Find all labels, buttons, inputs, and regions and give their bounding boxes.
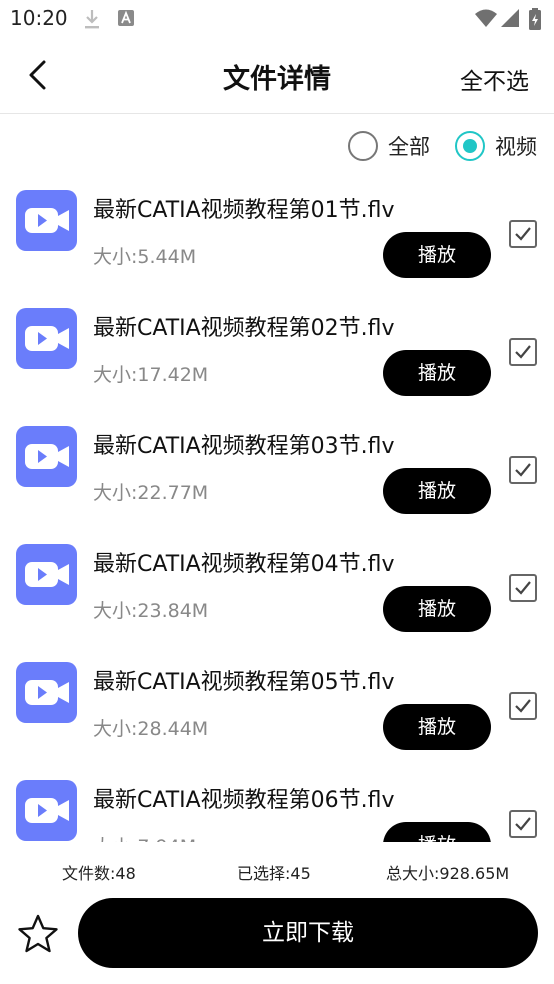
file-size: 大小:22.77M — [93, 482, 209, 504]
file-name: 最新CATIA视频教程第01节.flv — [93, 198, 395, 223]
select-checkbox[interactable] — [509, 574, 537, 602]
status-time: 10:20 — [10, 6, 68, 30]
battery-icon — [528, 8, 542, 34]
file-item[interactable]: 最新CATIA视频教程第04节.flv 大小:23.84M 播放 — [0, 532, 554, 650]
a-badge-icon — [116, 8, 136, 32]
video-file-icon — [16, 426, 77, 487]
play-button[interactable]: 播放 — [383, 704, 491, 750]
select-checkbox[interactable] — [509, 810, 537, 838]
file-size: 大小:23.84M — [93, 600, 209, 622]
select-checkbox[interactable] — [509, 338, 537, 366]
video-file-icon — [16, 308, 77, 369]
filter-label-all: 全部 — [388, 135, 430, 159]
filter-label-video: 视频 — [495, 135, 537, 159]
video-file-icon — [16, 662, 77, 723]
file-count: 文件数:48 — [62, 864, 136, 883]
file-name: 最新CATIA视频教程第04节.flv — [93, 552, 395, 577]
file-size: 大小:5.44M — [93, 246, 197, 268]
file-item[interactable]: 最新CATIA视频教程第02节.flv 大小:17.42M 播放 — [0, 296, 554, 414]
play-button[interactable]: 播放 — [383, 350, 491, 396]
download-icon — [82, 8, 102, 34]
file-name: 最新CATIA视频教程第06节.flv — [93, 788, 395, 813]
file-size: 大小:7.94M — [93, 832, 196, 842]
play-button[interactable]: 播放 — [383, 586, 491, 632]
play-button[interactable]: 播放 — [383, 468, 491, 514]
select-checkbox[interactable] — [509, 456, 537, 484]
total-size: 总大小:928.65M — [386, 864, 510, 883]
app-header: 文件详情 全不选 — [0, 38, 554, 114]
file-item[interactable]: 最新CATIA视频教程第05节.flv 大小:28.44M 播放 — [0, 650, 554, 768]
download-now-button[interactable]: 立即下载 — [78, 898, 538, 968]
filter-option-video[interactable]: 视频 — [455, 126, 537, 166]
wifi-icon — [474, 8, 498, 32]
file-size: 大小:17.42M — [93, 364, 209, 386]
file-name: 最新CATIA视频教程第02节.flv — [93, 316, 395, 341]
selected-count: 已选择:45 — [237, 864, 311, 883]
signal-icon — [500, 8, 520, 32]
select-checkbox[interactable] — [509, 220, 537, 248]
file-item[interactable]: 最新CATIA视频教程第03节.flv 大小:22.77M 播放 — [0, 414, 554, 532]
file-size: 大小:28.44M — [93, 718, 209, 740]
radio-video[interactable] — [455, 131, 485, 161]
status-bar: 10:20 — [0, 0, 554, 38]
select-checkbox[interactable] — [509, 692, 537, 720]
file-item[interactable]: 最新CATIA视频教程第06节.flv 大小:7.94M 播放 — [0, 768, 554, 842]
file-name: 最新CATIA视频教程第03节.flv — [93, 434, 395, 459]
play-button[interactable]: 播放 — [383, 232, 491, 278]
play-button[interactable]: 播放 — [383, 822, 491, 842]
file-name: 最新CATIA视频教程第05节.flv — [93, 670, 395, 695]
filter-option-all[interactable]: 全部 — [348, 126, 430, 166]
file-item[interactable]: 最新CATIA视频教程第01节.flv 大小:5.44M 播放 — [0, 178, 554, 296]
deselect-all-button[interactable]: 全不选 — [460, 62, 529, 96]
video-file-icon — [16, 780, 77, 841]
summary-bar: 文件数:48 已选择:45 总大小:928.65M — [0, 856, 554, 886]
video-file-icon — [16, 544, 77, 605]
star-outline-icon[interactable] — [17, 913, 59, 955]
file-list[interactable]: 最新CATIA视频教程第01节.flv 大小:5.44M 播放 最新CATIA视… — [0, 178, 554, 842]
radio-all[interactable] — [348, 131, 378, 161]
video-file-icon — [16, 190, 77, 251]
